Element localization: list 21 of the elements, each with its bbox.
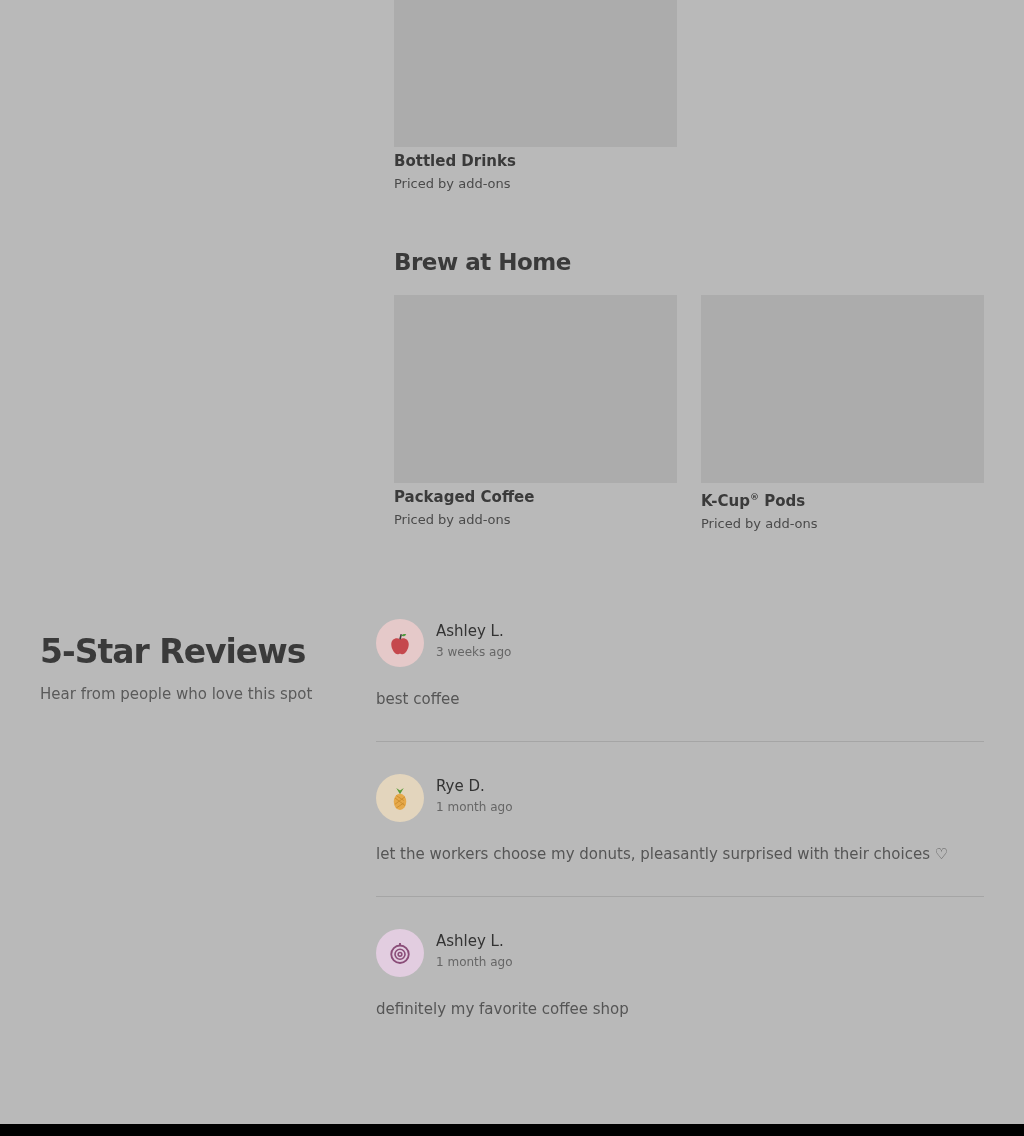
section-heading: Brew at Home <box>394 248 572 277</box>
item-name[interactable]: Packaged Coffee <box>394 487 677 507</box>
reviews-subtitle: Hear from people who love this spot <box>40 685 314 703</box>
item-name[interactable]: Bottled Drinks <box>394 151 677 171</box>
avatar-icon <box>376 774 424 822</box>
item-price: Priced by add-ons <box>701 515 819 533</box>
item-name[interactable]: K-Cup$^{®}$ Pods <box>701 487 984 511</box>
reviewer-name: Ashley L. <box>436 621 505 641</box>
avatar-icon <box>376 619 424 667</box>
review-date: 1 month ago <box>436 955 513 969</box>
review-text: best coffee <box>376 689 461 709</box>
reviewer-name: Ashley L. <box>436 931 505 951</box>
review-date: 3 weeks ago <box>436 645 512 659</box>
item-price: Priced by add-ons <box>394 175 512 193</box>
review-date: 1 month ago <box>436 800 513 814</box>
reviews-heading: 5-Star Reviews <box>40 631 307 673</box>
item-price: Priced by add-ons <box>394 511 512 529</box>
reviewer-name: Rye D. <box>436 776 486 796</box>
review-text: definitely my favorite coffee shop <box>376 999 630 1019</box>
avatar-icon <box>376 929 424 977</box>
review-text: let the workers choose my donuts, pleasantly surprised with their choices ♡ <box>376 844 950 864</box>
